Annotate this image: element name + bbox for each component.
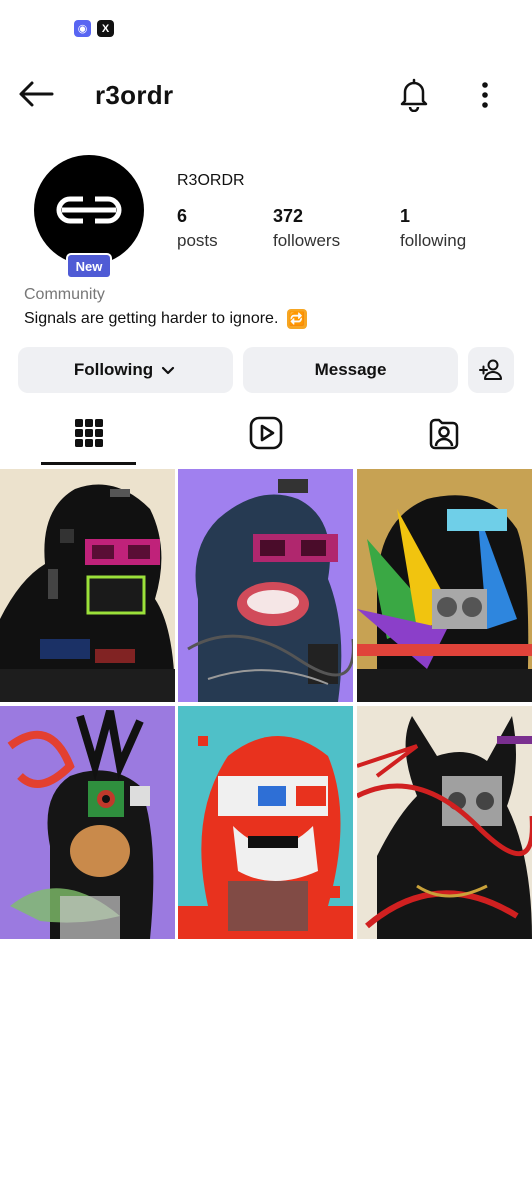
reels-icon <box>249 416 282 450</box>
profile-username: r3ordr <box>95 80 174 110</box>
posts-stat[interactable]: 6 posts <box>177 206 218 251</box>
post-thumbnail[interactable] <box>0 469 175 702</box>
discord-icon: ◉ <box>74 20 91 37</box>
new-badge: New <box>66 253 112 279</box>
post-thumbnail[interactable] <box>178 469 353 702</box>
post-thumbnail[interactable] <box>357 706 532 939</box>
content-tabs <box>0 400 532 466</box>
post-image <box>0 469 175 702</box>
following-stat[interactable]: 1 following <box>400 206 466 251</box>
back-button[interactable] <box>16 78 56 110</box>
profile-category: Community <box>24 286 105 303</box>
post-thumbnail[interactable] <box>357 469 532 702</box>
more-options-button[interactable] <box>470 78 500 112</box>
status-bar: ◉ X <box>0 0 532 58</box>
posts-count: 6 <box>177 206 188 226</box>
notifications-button[interactable] <box>396 76 432 113</box>
post-thumbnail[interactable] <box>0 706 175 939</box>
chevron-down-icon <box>162 366 175 375</box>
profile-bio: Signals are getting harder to ignore. 🔁 <box>24 309 307 329</box>
profile-avatar[interactable] <box>34 155 144 265</box>
tab-reels[interactable] <box>177 400 354 466</box>
post-image <box>0 706 175 939</box>
following-button[interactable]: Following <box>18 347 233 393</box>
posts-label: posts <box>177 231 218 250</box>
posts-grid <box>0 469 532 940</box>
bell-icon <box>400 78 428 113</box>
active-tab-indicator <box>41 462 136 465</box>
more-vertical-icon <box>482 82 488 108</box>
bio-text: Signals are getting harder to ignore. <box>24 310 279 328</box>
post-image <box>357 469 532 702</box>
x-icon: X <box>97 20 114 37</box>
post-image <box>178 706 353 939</box>
following-button-label: Following <box>73 360 154 379</box>
grid-icon <box>74 419 103 447</box>
post-image <box>178 469 353 702</box>
tab-tagged[interactable] <box>355 400 532 466</box>
person-add-icon <box>479 359 502 380</box>
repeat-emoji-icon: 🔁 <box>286 309 307 329</box>
message-button-label: Message <box>314 360 387 379</box>
top-bar: r3ordr <box>0 58 532 130</box>
following-label: following <box>400 231 467 250</box>
followers-count: 372 <box>273 206 304 226</box>
add-user-button[interactable] <box>468 347 514 393</box>
following-count: 1 <box>400 206 411 226</box>
tagged-icon <box>429 418 458 450</box>
followers-label: followers <box>273 231 341 250</box>
followers-stat[interactable]: 372 followers <box>273 206 340 251</box>
r3ordr-logo-icon <box>56 196 122 224</box>
arrow-left-icon <box>19 81 54 107</box>
tab-grid[interactable] <box>0 400 177 466</box>
post-thumbnail[interactable] <box>178 706 353 939</box>
display-name: R3ORDR <box>177 172 245 189</box>
post-image <box>357 706 532 939</box>
message-button[interactable]: Message <box>243 347 458 393</box>
